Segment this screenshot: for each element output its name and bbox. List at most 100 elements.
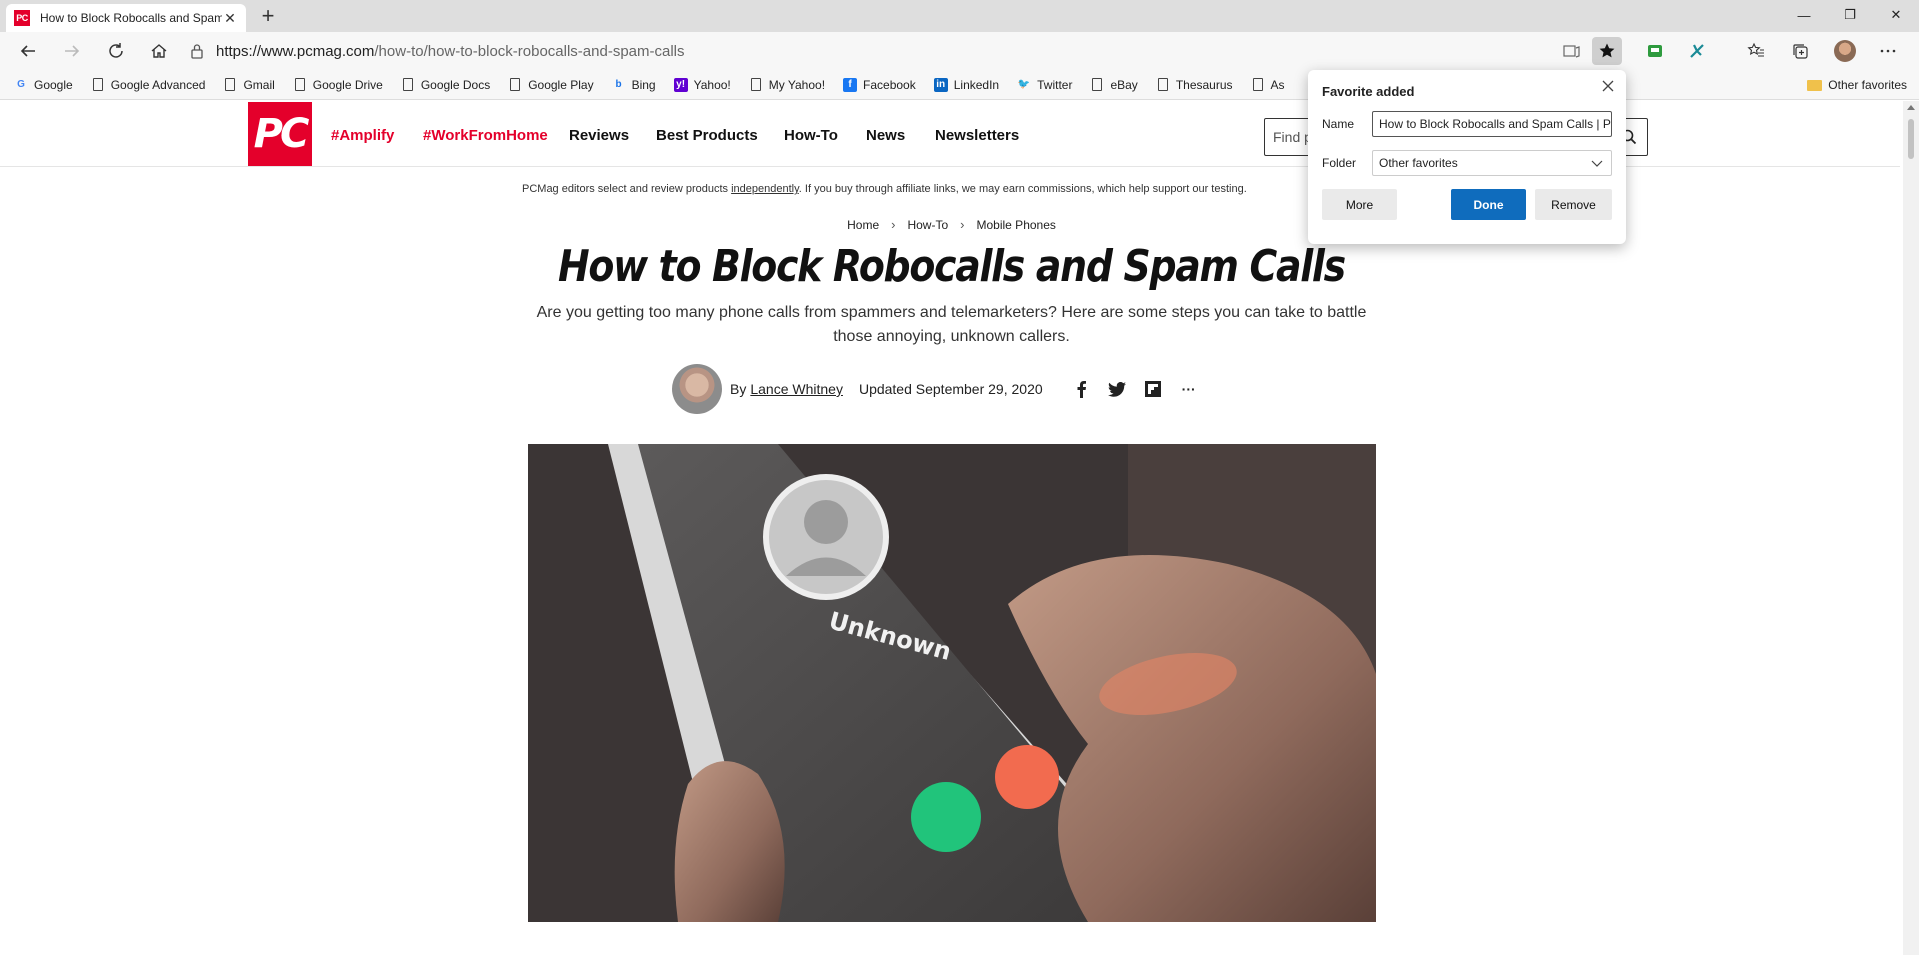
home-button[interactable] [145,37,173,65]
facebook-share-icon[interactable] [1071,379,1091,399]
collections-icon [1793,44,1808,59]
bookmark-label: Google Docs [420,77,491,92]
hero-image: Unknown [528,444,1376,922]
nav-workfromhome[interactable]: #WorkFromHome [423,127,548,144]
remove-button[interactable]: Remove [1535,189,1612,220]
page-icon [401,78,415,92]
updated-date: Updated September 29, 2020 [858,381,1043,397]
extension-button-1[interactable] [1640,37,1670,65]
immersive-reader-button[interactable] [1556,37,1586,65]
url-path: /how-to/how-to-block-robocalls-and-spam-… [374,42,685,60]
profile-avatar[interactable] [1834,40,1856,62]
active-tab[interactable]: PC How to Block Robocalls and Spam Calls… [6,4,246,32]
pcmag-logo[interactable]: PC [248,102,312,166]
favorite-name-input[interactable]: How to Block Robocalls and Spam Calls | … [1372,111,1612,137]
disclaimer-text-end: . If you buy through affiliate links, we… [798,183,1247,195]
bookmark-item[interactable]: Google Advanced [91,78,205,92]
page-icon [1090,78,1104,92]
minimize-button[interactable]: — [1781,0,1827,30]
bookmark-item[interactable]: As [1251,78,1285,92]
breadcrumb-how-to[interactable]: How-To [907,218,948,232]
restore-button[interactable]: ❐ [1827,0,1873,30]
extension-button-2[interactable] [1682,37,1712,65]
scroll-thumb[interactable] [1908,119,1914,159]
chevron-down-icon [1591,160,1603,167]
folder-label: Folder [1322,156,1357,170]
breadcrumb-chevron-icon: › [891,217,896,232]
google-g-icon: G [17,79,25,90]
author-avatar[interactable] [672,364,722,414]
nav-amplify[interactable]: #Amplify [331,127,394,144]
title-bar: PC How to Block Robocalls and Spam Calls… [0,0,1919,32]
favorite-star-button[interactable] [1592,37,1622,65]
collections-button[interactable] [1785,37,1815,65]
address-bar[interactable]: https://www.pcmag.com/how-to/how-to-bloc… [190,36,1520,66]
forward-button[interactable] [58,37,86,65]
done-button[interactable]: Done [1451,189,1526,220]
bookmark-item[interactable]: My Yahoo! [749,78,825,92]
disclaimer-text: PCMag editors select and review products [522,183,732,195]
page-scrollbar[interactable] [1903,101,1919,955]
bookmark-item[interactable]: eBay [1090,78,1138,92]
more-share-icon[interactable]: ··· [1179,379,1199,399]
nav-best-products[interactable]: Best Products [656,127,758,144]
nav-reviews[interactable]: Reviews [569,127,629,144]
page-icon [1251,78,1265,92]
bookmark-item[interactable]: Google Drive [293,78,383,92]
author-link[interactable]: Lance Whitney [750,381,843,397]
bookmark-label: Facebook [863,77,916,92]
yahoo-icon: y! [673,77,688,92]
nav-how-to[interactable]: How-To [784,127,838,144]
bookmark-item[interactable]: 🐦 Twitter [1017,78,1073,92]
bookmark-item[interactable]: y! Yahoo! [673,77,731,92]
nav-news[interactable]: News [866,127,905,144]
back-button[interactable] [14,37,42,65]
favorites-button[interactable] [1741,37,1771,65]
independently-link[interactable]: independently [731,183,799,195]
bookmark-label: Thesaurus [1175,77,1233,92]
bookmark-item[interactable]: Google Play [508,78,594,92]
bookmark-label: As [1270,77,1285,92]
tab-close-icon[interactable]: ✕ [222,10,238,27]
flipboard-share-icon[interactable] [1143,379,1163,399]
folder-select[interactable]: Other favorites [1372,150,1612,176]
bookmark-label: Gmail [243,77,275,92]
bookmark-item[interactable]: Google Docs [401,78,490,92]
green-extension-icon [1648,45,1662,57]
bookmark-item[interactable]: b Bing [612,78,656,92]
scroll-up-arrow-icon[interactable] [1907,105,1915,110]
bookmark-item[interactable]: f Facebook [843,77,916,92]
facebook-icon: f [843,77,858,92]
bookmark-item[interactable]: in LinkedIn [933,77,1000,92]
bookmark-item[interactable]: G Google [14,78,73,92]
more-dots-icon [1880,49,1896,53]
reader-view-icon [1563,45,1580,58]
page-icon [749,78,763,92]
favorite-added-dialog: Favorite added Name How to Block Robocal… [1308,70,1626,244]
page-icon [223,78,237,92]
page-icon [293,78,307,92]
breadcrumb-chevron-icon: › [960,217,965,232]
dialog-title: Favorite added [1322,84,1415,99]
more-button[interactable]: More [1322,189,1397,220]
settings-more-button[interactable] [1873,37,1903,65]
linkedin-icon: in [933,77,948,92]
breadcrumb-home[interactable]: Home [847,218,879,232]
breadcrumb-mobile-phones[interactable]: Mobile Phones [977,218,1056,232]
close-window-button[interactable]: ✕ [1873,0,1919,30]
teal-extension-icon [1690,44,1704,58]
bookmark-label: LinkedIn [953,77,1000,92]
new-tab-button[interactable]: + [254,4,282,30]
twitter-share-icon[interactable] [1107,379,1127,399]
other-favorites-folder[interactable]: Other favorites [1807,78,1907,92]
folder-select-value: Other favorites [1379,156,1458,170]
home-icon [151,44,167,58]
refresh-button[interactable] [102,37,130,65]
close-icon[interactable] [1600,78,1616,94]
folder-icon [1807,79,1823,91]
tab-title: How to Block Robocalls and Spam Calls | … [40,11,222,25]
nav-newsletters[interactable]: Newsletters [935,127,1019,144]
page-icon [91,78,105,92]
bookmark-item[interactable]: Gmail [223,77,275,92]
bookmark-item[interactable]: Thesaurus [1156,78,1233,92]
